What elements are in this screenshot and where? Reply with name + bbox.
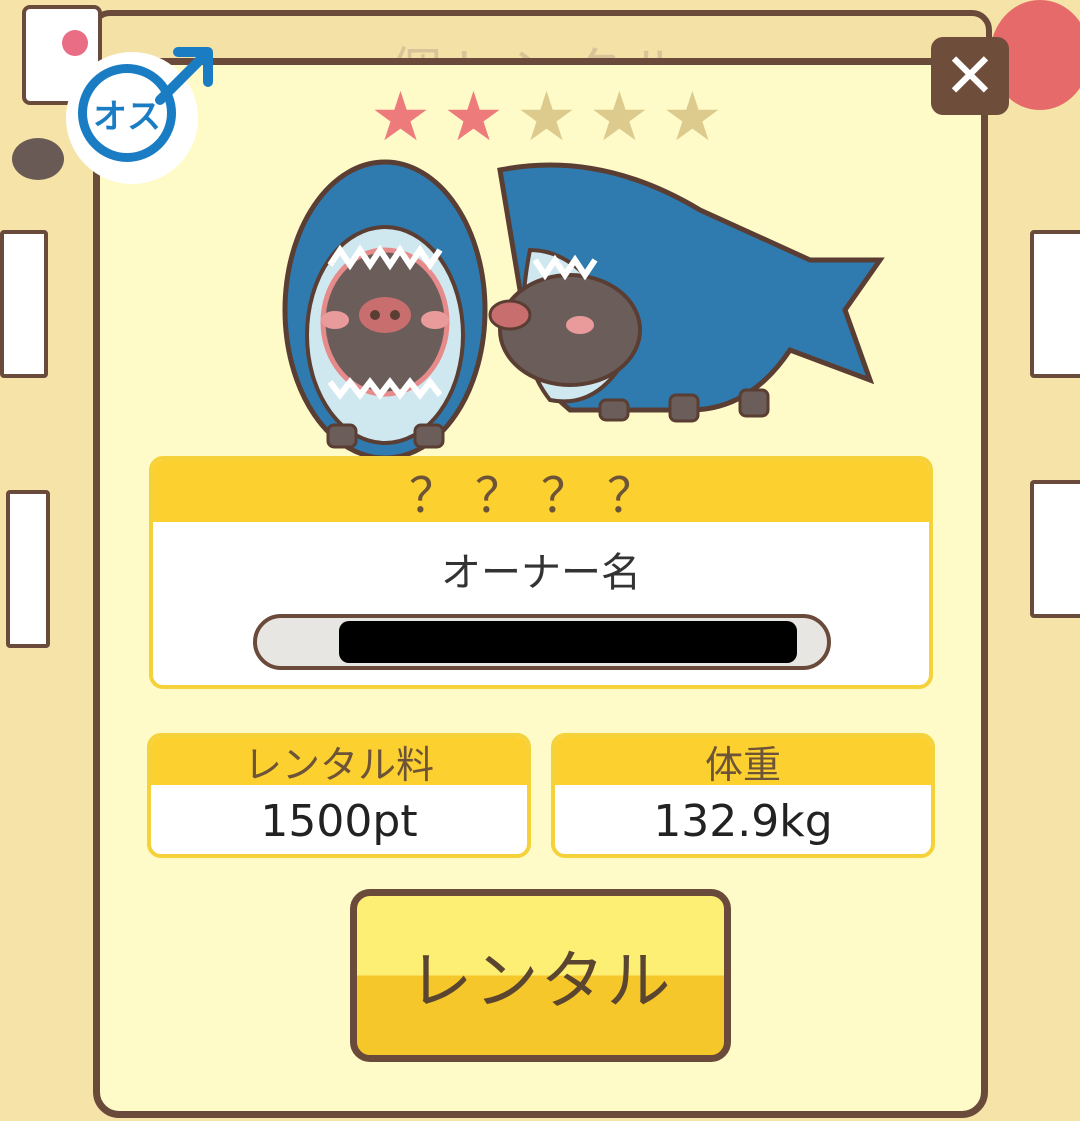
fence-post bbox=[0, 230, 48, 378]
owner-name-label: オーナー名 bbox=[441, 550, 641, 596]
boar-shark-costume-side-image bbox=[488, 162, 885, 423]
star-empty-icon: ★ bbox=[588, 78, 650, 157]
star-filled-icon: ★ bbox=[370, 78, 431, 157]
female-icon bbox=[62, 30, 88, 56]
weight-value: 132.9kg bbox=[653, 796, 833, 847]
fence-post bbox=[6, 490, 50, 648]
weight-label: 体重 bbox=[555, 737, 931, 787]
gender-arrow-icon bbox=[155, 47, 213, 105]
pet-name: ？？？？ bbox=[153, 460, 929, 524]
pet-artwork bbox=[282, 159, 885, 460]
owner-name-bar bbox=[253, 614, 831, 670]
star-empty-icon: ★ bbox=[661, 78, 723, 157]
rating-stars: ★ ★ ★ ★ ★ bbox=[370, 84, 723, 152]
boar-shark-costume-front-image bbox=[282, 159, 488, 460]
fence-post bbox=[1030, 230, 1080, 378]
rental-fee-panel: レンタル料 1500pt bbox=[147, 733, 531, 858]
pet-info-panel: ？？？？ オーナー名 bbox=[149, 456, 933, 689]
rental-fee-label: レンタル料 bbox=[151, 737, 527, 787]
close-button[interactable]: ✕ bbox=[931, 37, 1009, 115]
close-icon: ✕ bbox=[944, 39, 996, 112]
fence-post bbox=[1030, 480, 1080, 618]
rent-button[interactable]: レンタル bbox=[350, 889, 731, 1062]
star-empty-icon: ★ bbox=[515, 78, 577, 157]
owner-name-redacted bbox=[339, 621, 797, 663]
boar-face-icon bbox=[12, 138, 64, 180]
rental-fee-value: 1500pt bbox=[260, 796, 418, 847]
star-filled-icon: ★ bbox=[442, 78, 504, 157]
weight-panel: 体重 132.9kg bbox=[551, 733, 935, 858]
